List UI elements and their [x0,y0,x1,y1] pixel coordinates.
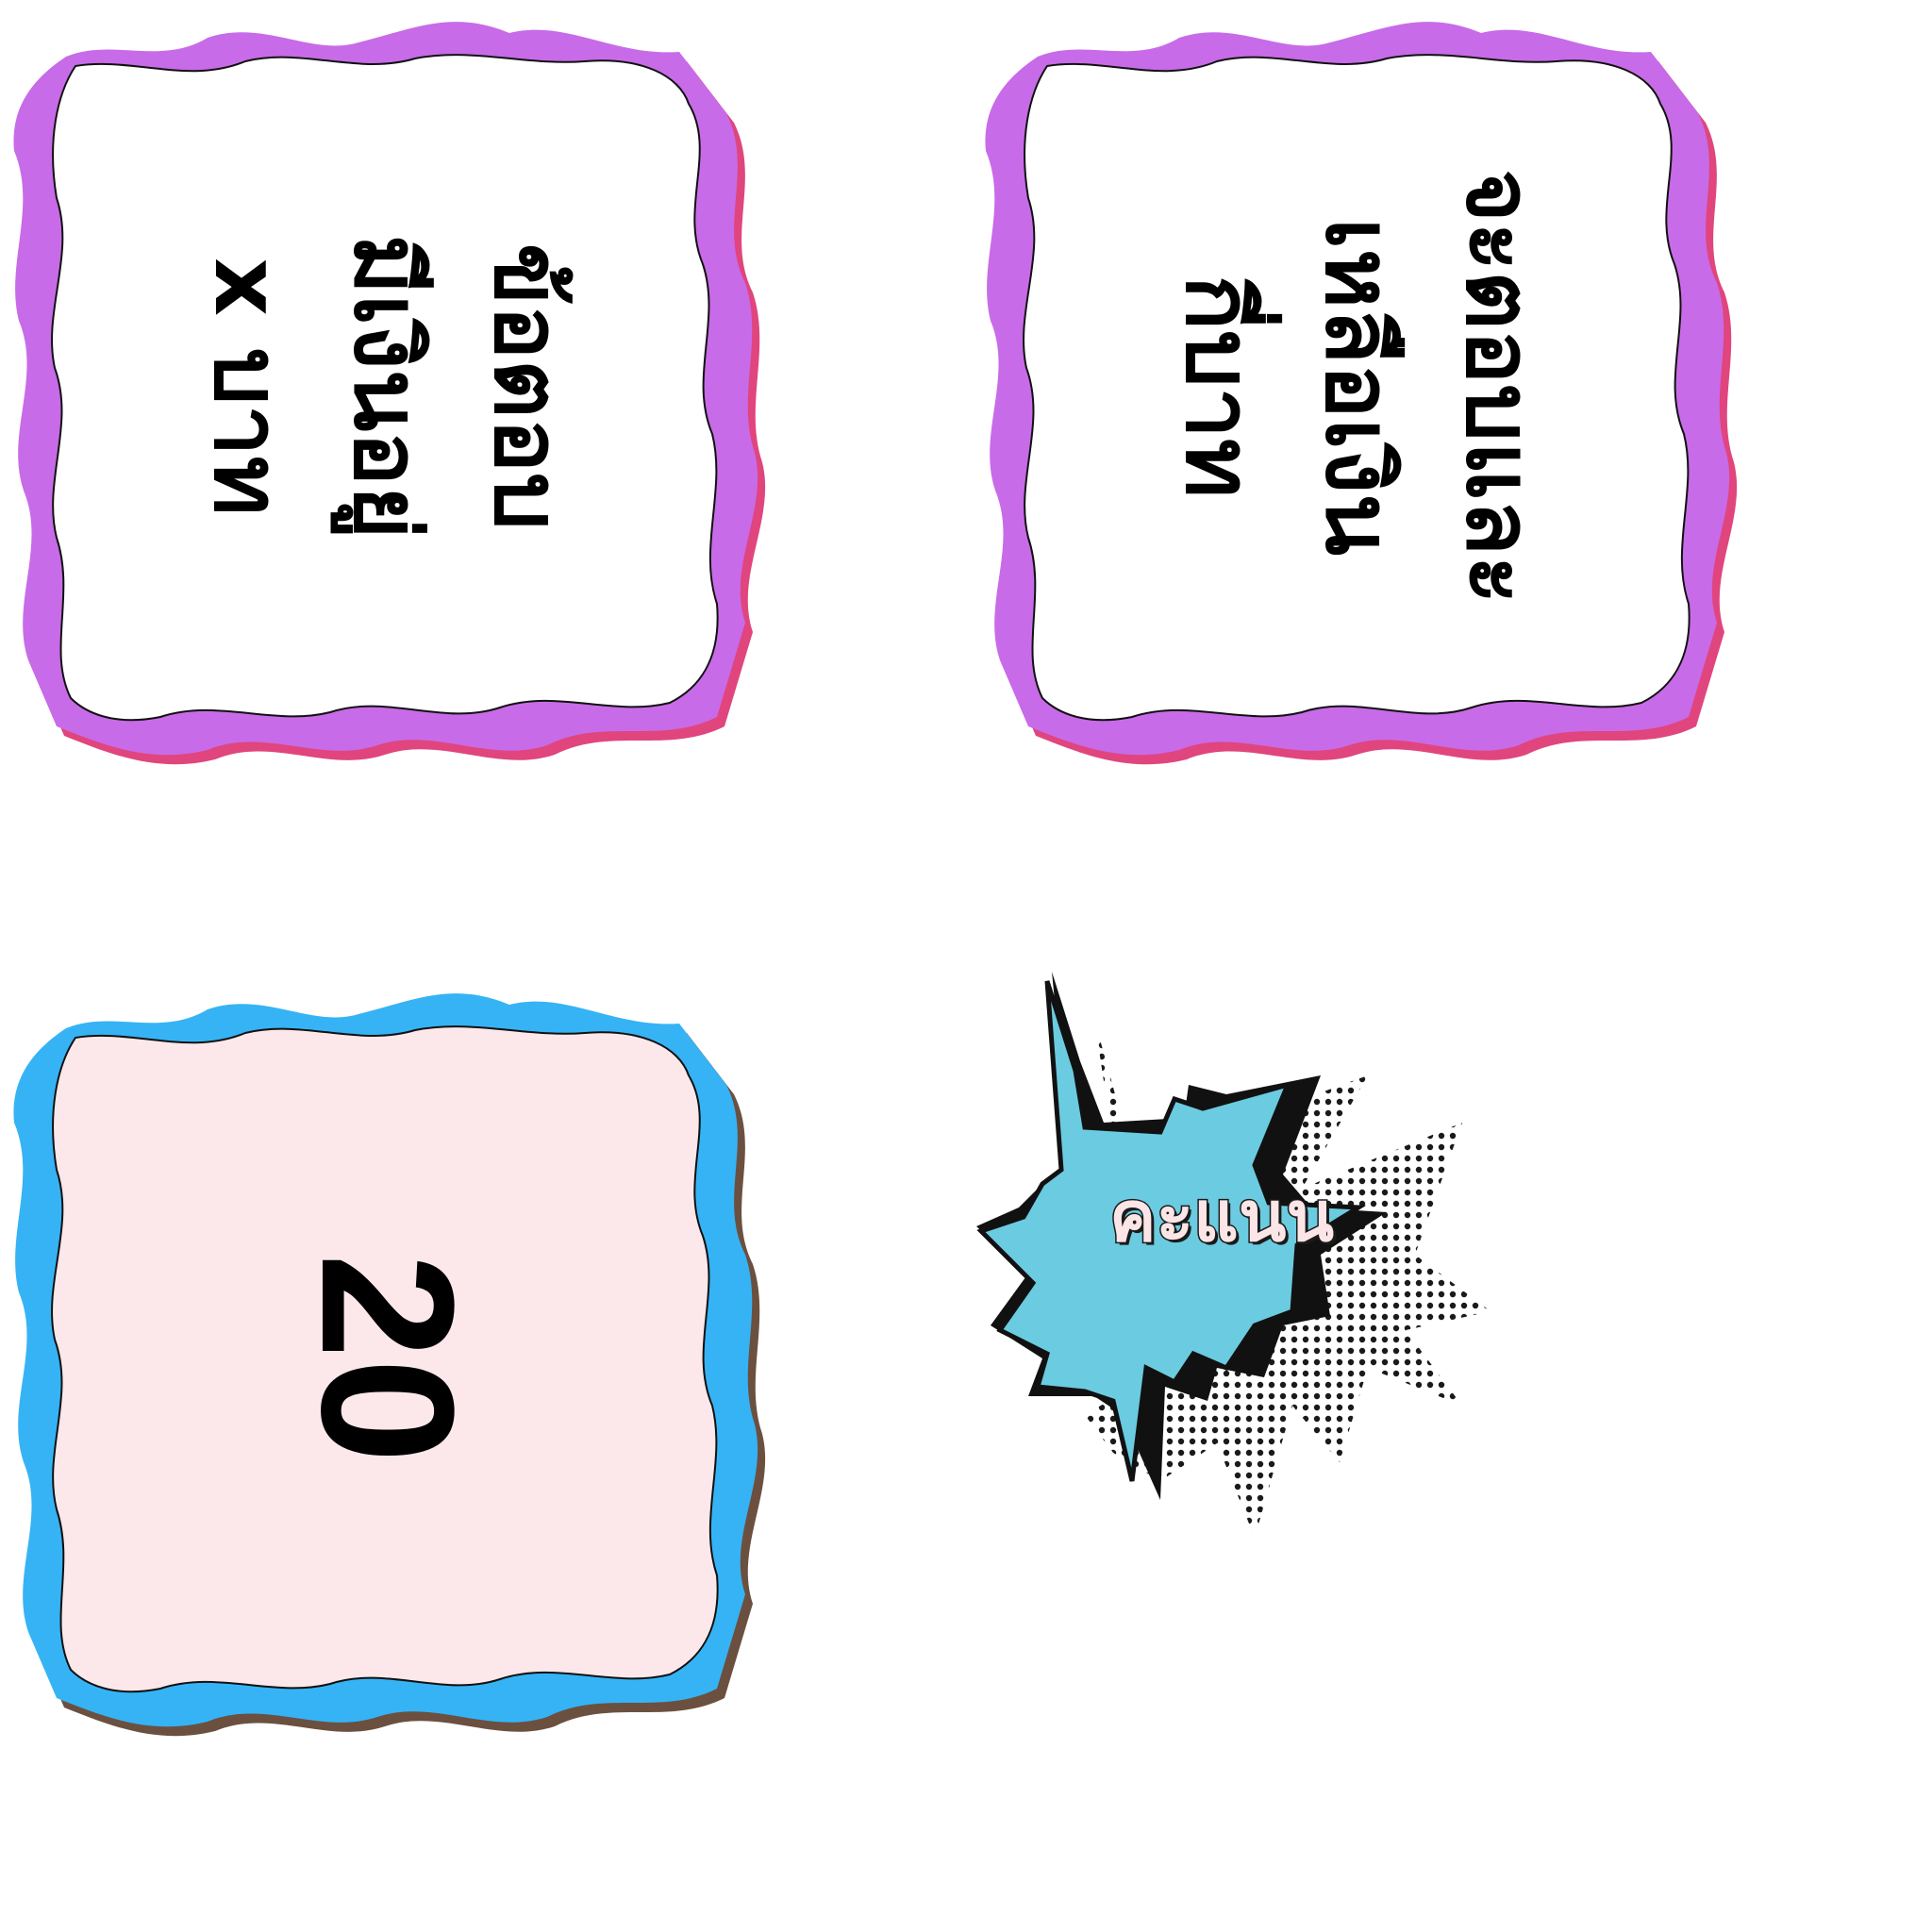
card-remaining-money[interactable]: จะตอบและ เหลือเงิน กี่บาท [972,0,1745,774]
card-text: ข้อตอบ มีเงินอยู่ x บาท [0,0,774,774]
score-burst: คะแนน [972,972,1500,1557]
card-number[interactable]: 20 [0,972,774,1745]
card-line: ข้อตอบ [475,242,581,531]
card-text: 20 [0,972,774,1745]
card-line: มีเงินอยู่ [334,234,441,540]
card-answer-money[interactable]: ข้อตอบ มีเงินอยู่ x บาท [0,0,774,774]
card-line: จะตอบและ [1446,169,1553,605]
card-number-value: 20 [282,1253,492,1464]
card-line: เหลือเงิน [1306,218,1412,556]
score-label: คะแนน [1108,1175,1335,1259]
card-line: x บาท [193,258,300,516]
card-text: จะตอบและ เหลือเงิน กี่บาท [972,0,1745,774]
card-line: กี่บาท [1165,275,1272,499]
